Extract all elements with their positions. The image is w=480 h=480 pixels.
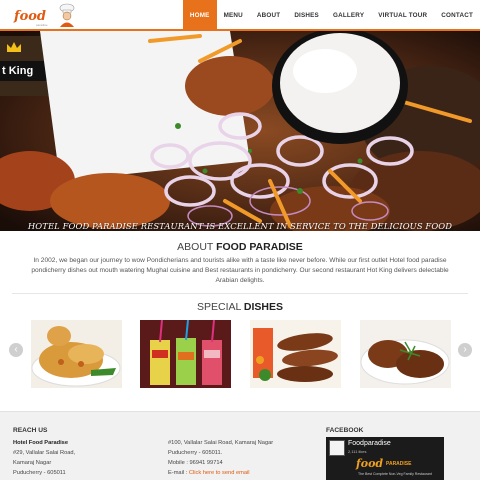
sign-text: t King — [2, 65, 34, 77]
facebook-page-thumbnail — [329, 440, 345, 456]
site-logo[interactable]: food paradise — [12, 3, 76, 29]
address2-mobile: Mobile : 96941 99714 — [168, 460, 223, 466]
about-title-prefix: ABOUT — [177, 241, 217, 253]
about-title: ABOUT FOOD PARADISE — [0, 241, 480, 253]
facebook-likes: 2,111 likes — [348, 449, 367, 454]
carousel-next-icon[interactable]: › — [458, 343, 472, 357]
about-title-bold: FOOD PARADISE — [216, 241, 303, 253]
nav-about[interactable]: ABOUT — [250, 0, 287, 31]
special-dishes-title: SPECIAL DISHES — [0, 301, 480, 313]
crown-icon — [7, 42, 21, 52]
dish-grill[interactable] — [360, 320, 451, 388]
nav-menu[interactable]: MENU — [217, 0, 250, 31]
address1-line2: Kamaraj Nagar — [13, 460, 52, 466]
chef-icon — [59, 3, 75, 27]
facebook-cover-logo2: PARADISE — [386, 461, 412, 467]
hero-slider[interactable]: t King HOTEL FOOD PARADISE RESTAURANT IS… — [0, 31, 480, 231]
address2-email: E-mail : Click here to send email — [168, 470, 250, 476]
facebook-page-name[interactable]: Foodparadise — [348, 440, 391, 447]
nav-contact[interactable]: CONTACT — [434, 0, 480, 31]
dish-biryani[interactable] — [31, 320, 122, 388]
about-text: In 2002, we began our journey to wow Pon… — [31, 257, 449, 284]
special-title-bold: DISHES — [243, 301, 283, 313]
nav-home[interactable]: HOME — [182, 0, 217, 31]
logo-subtext: paradise — [36, 23, 48, 27]
nav-virtual-tour[interactable]: VIRTUAL TOUR — [371, 0, 434, 31]
special-title-prefix: SPECIAL — [197, 301, 244, 313]
facebook-cover-logo: food — [356, 457, 384, 470]
address2-line2: Puducherry - 605011. — [168, 450, 223, 456]
hero-food-image — [0, 31, 480, 231]
facebook-widget[interactable]: Foodparadise 2,111 likes food PARADISE T… — [326, 437, 444, 480]
facebook-title: FACEBOOK — [326, 427, 364, 434]
facebook-cover-tagline: The Best Complete Non-Veg Family Restaur… — [358, 472, 432, 476]
dish-kebab[interactable] — [250, 320, 341, 388]
dish-juices[interactable] — [140, 320, 231, 388]
reach-us-title: REACH US — [13, 427, 48, 434]
main-nav: HOME MENU ABOUT DISHES GALLERY VIRTUAL T… — [182, 0, 480, 31]
carousel-prev-icon[interactable]: ‹ — [9, 343, 23, 357]
logo-text: food — [14, 9, 47, 24]
email-label: E-mail : — [168, 470, 189, 476]
nav-gallery[interactable]: GALLERY — [326, 0, 371, 31]
section-divider — [12, 293, 468, 294]
email-link[interactable]: Click here to send email — [189, 470, 250, 476]
address1-name: Hotel Food Paradise — [13, 440, 68, 446]
address1-line1: #29, Vallalar Salai Road, — [13, 450, 76, 456]
site-header: food paradise HOME MENU ABOUT DISHES GAL… — [0, 0, 480, 31]
hero-caption: HOTEL FOOD PARADISE RESTAURANT IS EXCELL… — [27, 221, 453, 231]
nav-dishes[interactable]: DISHES — [287, 0, 326, 31]
address1-line3: Puducherry - 605011 — [13, 470, 66, 476]
address2-line1: #100, Vallalar Salai Road, Kamaraj Nagar — [168, 440, 274, 446]
